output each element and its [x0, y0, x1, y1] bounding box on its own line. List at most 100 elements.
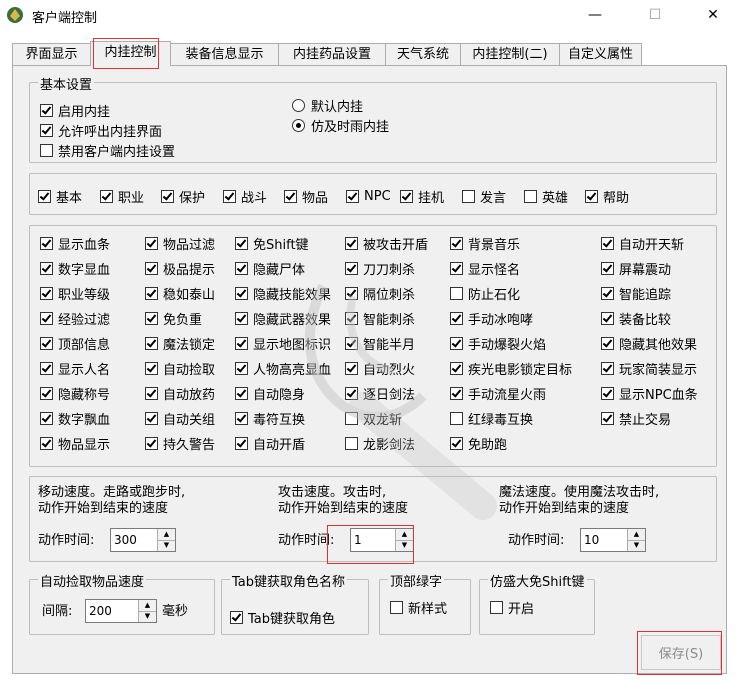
- enable-plugin-checkbox[interactable]: 启用内挂: [40, 101, 110, 120]
- move-speed-value[interactable]: 300: [111, 529, 157, 551]
- option-checkbox-0-1[interactable]: 数字显血: [40, 259, 110, 278]
- spin-up-icon[interactable]: ▲: [396, 529, 413, 540]
- checkbox-box[interactable]: [235, 436, 248, 450]
- option-checkbox-2-3[interactable]: 隐藏武器效果: [235, 309, 331, 328]
- tab-interface-display[interactable]: 界面显示: [12, 43, 91, 65]
- option-checkbox-3-7[interactable]: 双龙斩: [345, 409, 402, 428]
- checkbox-box[interactable]: [345, 361, 358, 375]
- checkbox-box[interactable]: [40, 123, 53, 137]
- spin-up-icon[interactable]: ▲: [139, 600, 156, 611]
- option-checkbox-4-5[interactable]: 疾光电影锁定目标: [450, 359, 572, 378]
- attack-speed-value[interactable]: 1: [351, 529, 395, 551]
- category-class-checkbox[interactable]: 职业: [100, 187, 144, 206]
- option-checkbox-5-5[interactable]: 玩家简装显示: [601, 359, 697, 378]
- spin-down-icon[interactable]: ▼: [158, 539, 175, 552]
- checkbox-box[interactable]: [345, 286, 358, 300]
- option-checkbox-3-6[interactable]: 逐日剑法: [345, 384, 415, 403]
- no-shift-enable-checkbox[interactable]: 开启: [490, 598, 534, 617]
- option-checkbox-2-7[interactable]: 毒符互换: [235, 409, 305, 428]
- option-checkbox-1-0[interactable]: 物品过滤: [145, 234, 215, 253]
- spin-down-icon[interactable]: ▼: [139, 610, 156, 623]
- tab-plugin-potion[interactable]: 内挂药品设置: [278, 43, 386, 65]
- tab-weather[interactable]: 天气系统: [385, 43, 461, 65]
- checkbox-box[interactable]: [601, 386, 614, 400]
- checkbox-box[interactable]: [40, 386, 53, 400]
- option-checkbox-4-2[interactable]: 防止石化: [450, 284, 520, 303]
- category-hero-checkbox[interactable]: 英雄: [524, 187, 568, 206]
- tab-plugin-control-2[interactable]: 内挂控制(二): [460, 43, 560, 65]
- checkbox-box[interactable]: [601, 411, 614, 425]
- category-npc-checkbox[interactable]: NPC: [346, 187, 391, 205]
- option-checkbox-4-0[interactable]: 背景音乐: [450, 234, 520, 253]
- checkbox-box[interactable]: [145, 286, 158, 300]
- checkbox-box[interactable]: [450, 386, 463, 400]
- option-checkbox-2-2[interactable]: 隐藏技能效果: [235, 284, 331, 303]
- pickup-interval-spinner[interactable]: 200 ▲ ▼: [85, 599, 157, 623]
- close-button[interactable]: ✕: [690, 0, 736, 30]
- checkbox-box[interactable]: [145, 436, 158, 450]
- checkbox-box[interactable]: [450, 336, 463, 350]
- checkbox-box[interactable]: [345, 411, 358, 425]
- option-checkbox-3-8[interactable]: 龙影剑法: [345, 434, 415, 453]
- checkbox-box[interactable]: [40, 411, 53, 425]
- checkbox-box[interactable]: [345, 261, 358, 275]
- option-checkbox-5-3[interactable]: 装备比较: [601, 309, 671, 328]
- option-checkbox-0-3[interactable]: 经验过滤: [40, 309, 110, 328]
- checkbox-box[interactable]: [40, 336, 53, 350]
- option-checkbox-1-1[interactable]: 极品提示: [145, 259, 215, 278]
- checkbox-box[interactable]: [235, 311, 248, 325]
- spin-down-icon[interactable]: ▼: [396, 539, 413, 552]
- checkbox-box[interactable]: [345, 311, 358, 325]
- option-checkbox-2-6[interactable]: 自动隐身: [235, 384, 305, 403]
- option-checkbox-1-8[interactable]: 持久警告: [145, 434, 215, 453]
- option-checkbox-2-8[interactable]: 自动开盾: [235, 434, 305, 453]
- option-checkbox-1-2[interactable]: 稳如泰山: [145, 284, 215, 303]
- option-checkbox-0-8[interactable]: 物品显示: [40, 434, 110, 453]
- checkbox-box[interactable]: [345, 236, 358, 250]
- checkbox-box[interactable]: [235, 411, 248, 425]
- checkbox-box[interactable]: [601, 236, 614, 250]
- checkbox-box[interactable]: [235, 386, 248, 400]
- category-protect-checkbox[interactable]: 保护: [161, 187, 205, 206]
- option-checkbox-4-4[interactable]: 手动爆裂火焰: [450, 334, 546, 353]
- magic-speed-spinner[interactable]: 10 ▲ ▼: [580, 528, 646, 552]
- option-checkbox-2-5[interactable]: 人物高亮显血: [235, 359, 331, 378]
- checkbox-box[interactable]: [40, 361, 53, 375]
- tab-custom-attributes[interactable]: 自定义属性: [559, 43, 642, 65]
- checkbox-box[interactable]: [601, 286, 614, 300]
- option-checkbox-2-1[interactable]: 隐藏尸体: [235, 259, 305, 278]
- option-checkbox-5-7[interactable]: 禁止交易: [601, 409, 671, 428]
- option-checkbox-4-3[interactable]: 手动冰咆哮: [450, 309, 533, 328]
- option-checkbox-1-7[interactable]: 自动关组: [145, 409, 215, 428]
- option-checkbox-0-0[interactable]: 显示血条: [40, 234, 110, 253]
- option-checkbox-0-4[interactable]: 顶部信息: [40, 334, 110, 353]
- new-style-checkbox[interactable]: 新样式: [390, 598, 447, 617]
- maximize-button[interactable]: ☐: [632, 0, 678, 30]
- option-checkbox-5-2[interactable]: 智能追踪: [601, 284, 671, 303]
- radio-dot[interactable]: [292, 98, 305, 112]
- checkbox-box[interactable]: [345, 386, 358, 400]
- pickup-interval-value[interactable]: 200: [86, 600, 138, 622]
- default-plugin-radio[interactable]: 默认内挂: [292, 96, 363, 115]
- checkbox-box[interactable]: [235, 361, 248, 375]
- checkbox-box[interactable]: [145, 261, 158, 275]
- category-speak-checkbox[interactable]: 发言: [462, 187, 506, 206]
- spin-up-icon[interactable]: ▲: [628, 529, 645, 540]
- checkbox-box[interactable]: [145, 386, 158, 400]
- checkbox-box[interactable]: [601, 336, 614, 350]
- checkbox-box[interactable]: [40, 143, 53, 157]
- tab-key-checkbox[interactable]: Tab键获取角色: [230, 608, 335, 627]
- option-checkbox-1-4[interactable]: 魔法锁定: [145, 334, 215, 353]
- spin-up-icon[interactable]: ▲: [158, 529, 175, 540]
- checkbox-box[interactable]: [450, 411, 463, 425]
- option-checkbox-2-4[interactable]: 显示地图标识: [235, 334, 331, 353]
- magic-speed-value[interactable]: 10: [581, 529, 627, 551]
- option-checkbox-0-6[interactable]: 隐藏称号: [40, 384, 110, 403]
- checkbox-box[interactable]: [450, 311, 463, 325]
- option-checkbox-3-3[interactable]: 智能刺杀: [345, 309, 415, 328]
- attack-speed-spinner[interactable]: 1 ▲ ▼: [350, 528, 414, 552]
- checkbox-box[interactable]: [235, 236, 248, 250]
- checkbox-box[interactable]: [601, 261, 614, 275]
- option-checkbox-1-3[interactable]: 免负重: [145, 309, 202, 328]
- checkbox-box[interactable]: [235, 336, 248, 350]
